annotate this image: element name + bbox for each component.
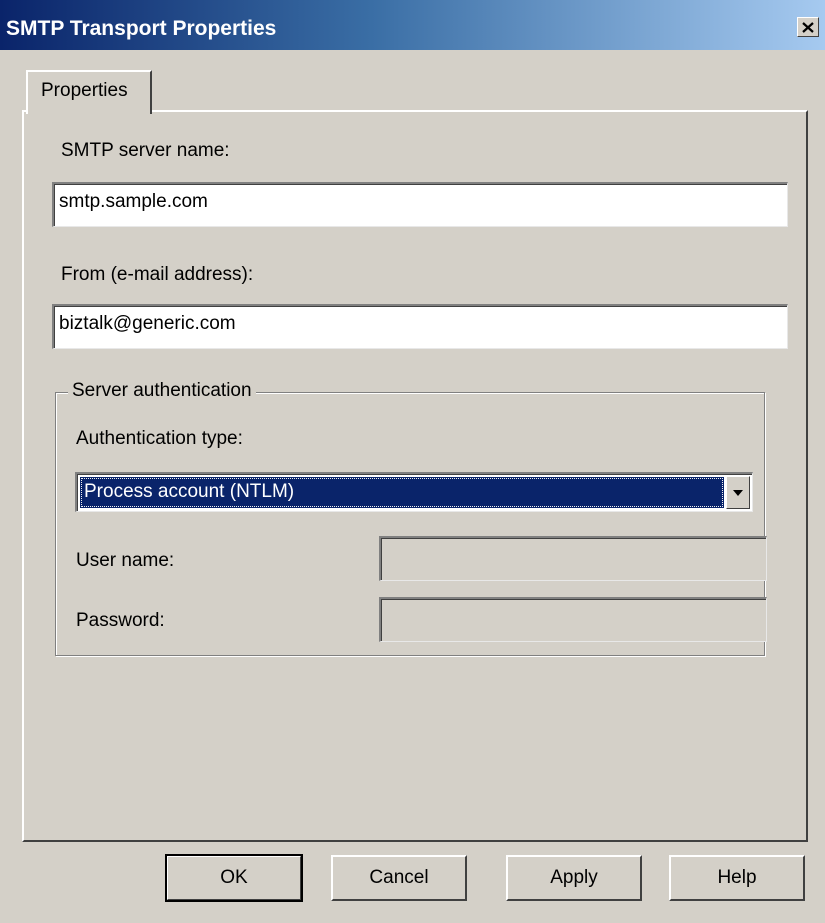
dialog-window: SMTP Transport Properties Properties SMT… xyxy=(0,0,825,923)
from-address-input[interactable]: biztalk@generic.com xyxy=(52,304,788,349)
close-icon xyxy=(802,21,814,33)
username-input[interactable] xyxy=(379,536,767,581)
tab-properties-label: Properties xyxy=(41,80,128,101)
chevron-down-icon xyxy=(732,484,744,502)
from-address-label: From (e-mail address): xyxy=(61,264,254,285)
window-title: SMTP Transport Properties xyxy=(6,17,277,40)
authentication-type-value: Process account (NTLM) xyxy=(80,477,724,508)
authentication-type-label: Authentication type: xyxy=(76,428,243,449)
smtp-server-name-input[interactable]: smtp.sample.com xyxy=(52,182,788,227)
cancel-button[interactable]: Cancel xyxy=(331,855,467,901)
title-bar[interactable]: SMTP Transport Properties xyxy=(0,0,825,50)
password-input[interactable] xyxy=(379,597,767,642)
apply-button[interactable]: Apply xyxy=(506,855,642,901)
username-label: User name: xyxy=(76,550,175,571)
authentication-type-select[interactable]: Process account (NTLM) xyxy=(75,472,753,512)
smtp-server-name-label: SMTP server name: xyxy=(61,140,230,161)
tab-properties[interactable]: Properties xyxy=(26,70,152,114)
close-button[interactable] xyxy=(797,17,819,37)
help-button[interactable]: Help xyxy=(669,855,805,901)
server-authentication-legend: Server authentication xyxy=(68,380,256,402)
dropdown-arrow-button[interactable] xyxy=(726,476,750,509)
ok-button[interactable]: OK xyxy=(165,854,303,902)
password-label: Password: xyxy=(76,610,165,631)
